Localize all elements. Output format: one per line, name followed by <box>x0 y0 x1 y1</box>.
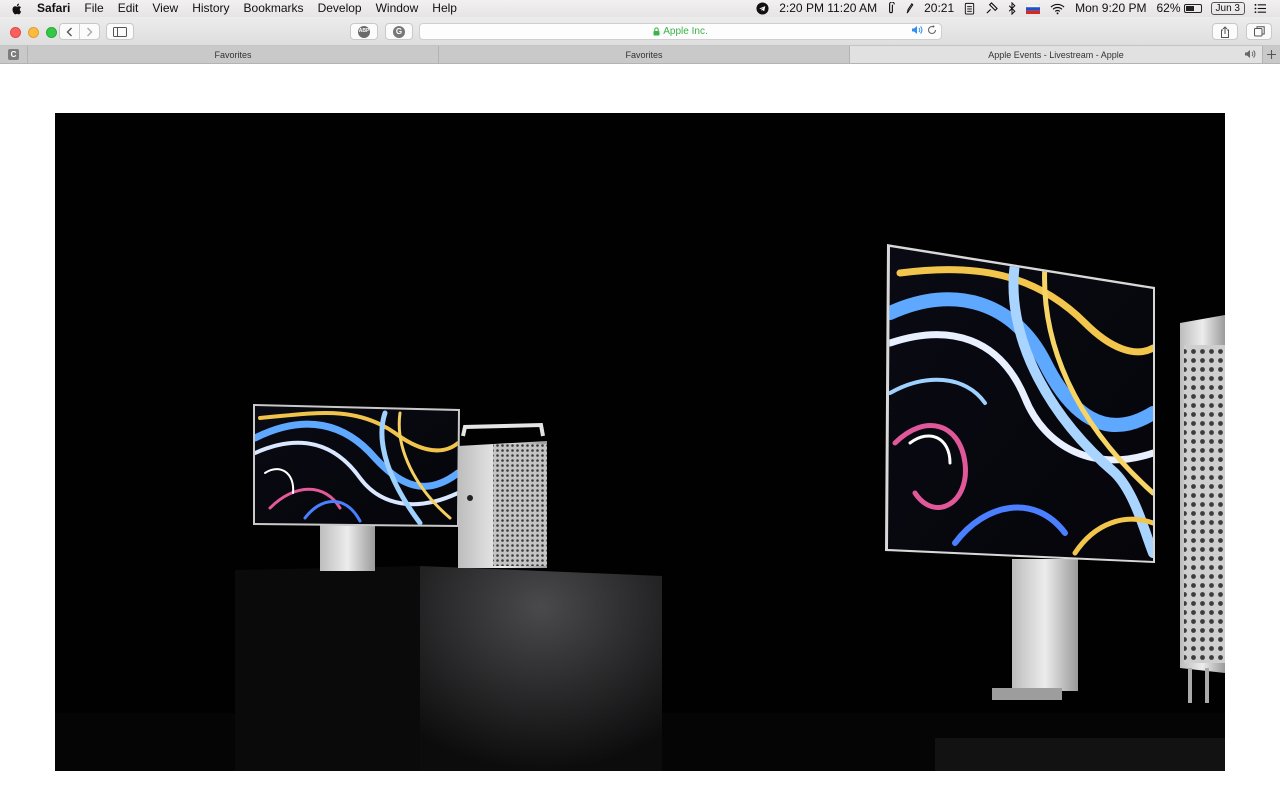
address-bar[interactable]: Apple Inc. <box>419 23 942 40</box>
menu-edit[interactable]: Edit <box>111 0 146 17</box>
speaker-icon[interactable] <box>911 25 923 35</box>
date-badge[interactable]: Jun 3 <box>1210 2 1245 15</box>
menu-develop[interactable]: Develop <box>311 0 369 17</box>
share-button[interactable] <box>1212 23 1238 40</box>
paperclip-icon[interactable] <box>882 2 900 15</box>
menu-app-name[interactable]: Safari <box>30 0 77 17</box>
tab-title: Favorites <box>214 49 252 60</box>
menu-history[interactable]: History <box>185 0 236 17</box>
grammar-badge: G <box>393 25 405 38</box>
close-window-button[interactable] <box>10 27 21 38</box>
pen-icon[interactable] <box>900 2 919 15</box>
menu-bookmarks[interactable]: Bookmarks <box>237 0 311 17</box>
pinned-tab[interactable]: C <box>0 46 28 63</box>
tab-favorites-1[interactable]: Favorites <box>28 46 439 63</box>
menu-help[interactable]: Help <box>425 0 464 17</box>
tab-favorites-2[interactable]: Favorites <box>439 46 850 63</box>
apple-logo-icon[interactable] <box>10 2 24 16</box>
day-time[interactable]: Mon 9:20 PM <box>1070 0 1151 17</box>
battery-fill <box>1185 6 1195 11</box>
new-tab-icon <box>1267 50 1276 59</box>
speaker-icon[interactable] <box>1244 49 1256 59</box>
window-controls <box>10 27 57 38</box>
tab-bar: C Favorites Favorites Apple Events - Liv… <box>0 46 1280 64</box>
menu-bar: Safari File Edit View History Bookmarks … <box>0 0 1280 17</box>
tab-title: Favorites <box>625 49 663 60</box>
video-frame <box>55 244 1225 771</box>
flag-icon[interactable] <box>1021 3 1045 14</box>
sidebar-icon <box>113 26 127 37</box>
tab-apple-events[interactable]: Apple Events - Livestream - Apple <box>850 46 1263 63</box>
sidebar-toggle-button[interactable] <box>106 23 134 40</box>
forward-button[interactable] <box>79 24 99 39</box>
menu-window[interactable]: Window <box>369 0 426 17</box>
pinned-tab-icon: C <box>8 49 19 60</box>
menu-file[interactable]: File <box>77 0 110 17</box>
minimize-window-button[interactable] <box>28 27 39 38</box>
adblock-badge: ABP <box>358 25 370 38</box>
new-tab-button[interactable] <box>1263 46 1280 63</box>
lock-icon <box>653 27 660 36</box>
address-text: Apple Inc. <box>663 26 708 37</box>
browser-toolbar: ABP G Apple Inc. <box>0 17 1280 46</box>
grammar-extension-button[interactable]: G <box>385 23 413 40</box>
adblock-extension-button[interactable]: ABP <box>350 23 378 40</box>
clipboard-icon[interactable] <box>959 2 980 15</box>
menu-view[interactable]: View <box>145 0 185 17</box>
satellite-icon[interactable] <box>980 2 1003 15</box>
wifi-icon[interactable] <box>1045 3 1070 15</box>
list-icon[interactable] <box>1249 3 1272 14</box>
page-content <box>0 65 1280 800</box>
reload-icon[interactable] <box>927 25 937 35</box>
tab-overview-button[interactable] <box>1246 23 1272 40</box>
world-clock[interactable]: 2:20 PM 11:20 AM <box>774 0 882 17</box>
back-icon <box>66 27 73 36</box>
battery-percent: 62% <box>1156 1 1181 15</box>
navigation-buttons <box>59 23 100 40</box>
share-icon <box>1221 25 1229 38</box>
battery-icon <box>1183 4 1202 13</box>
battery-status[interactable]: 62% <box>1152 0 1207 17</box>
tabs-overview-icon <box>1253 26 1265 37</box>
forward-icon <box>87 27 93 36</box>
telegram-icon[interactable] <box>751 2 774 15</box>
maximize-window-button[interactable] <box>46 27 57 38</box>
bluetooth-icon[interactable] <box>1003 2 1021 15</box>
tab-title: Apple Events - Livestream - Apple <box>988 49 1124 60</box>
livestream-video[interactable] <box>55 113 1225 771</box>
clock-24h[interactable]: 20:21 <box>919 0 959 17</box>
back-button[interactable] <box>60 24 79 39</box>
